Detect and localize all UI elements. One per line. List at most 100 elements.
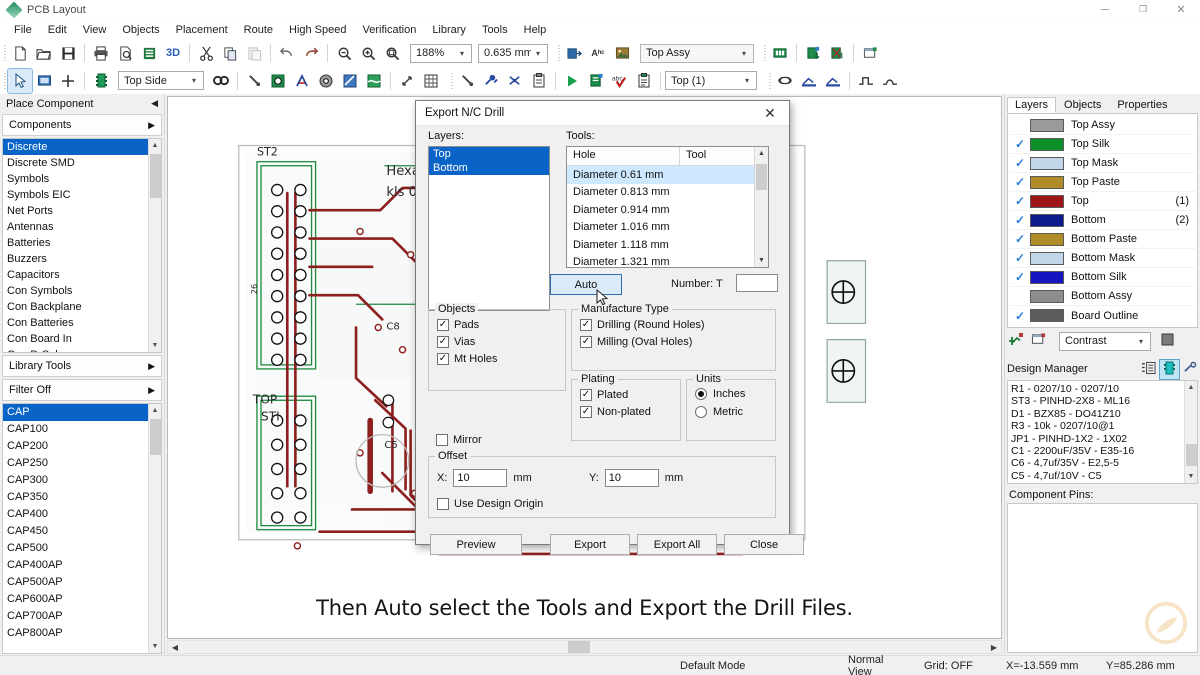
checkbox-use-design-origin[interactable]: Use Design Origin bbox=[437, 495, 543, 512]
scroll-thumb[interactable] bbox=[150, 419, 161, 455]
route-manual-icon[interactable] bbox=[455, 69, 479, 93]
checkbox-box[interactable]: ✓ bbox=[437, 319, 449, 331]
polygon-icon[interactable] bbox=[338, 69, 362, 93]
list-item[interactable]: C6 - 4,7uf/35V - E2,5-5 bbox=[1011, 457, 1184, 469]
redo-icon[interactable] bbox=[299, 41, 323, 65]
list-item[interactable]: CAP200 bbox=[3, 438, 148, 455]
route-auto-icon[interactable] bbox=[479, 69, 503, 93]
layer-down-icon[interactable] bbox=[821, 69, 845, 93]
layer-row-bottom-assy[interactable]: Bottom Assy bbox=[1010, 287, 1195, 306]
list-item[interactable]: Symbols bbox=[3, 171, 148, 187]
layer-row-board-outline[interactable]: ✓ Board Outline bbox=[1010, 306, 1195, 325]
table-row[interactable]: Diameter 0.61 mm bbox=[567, 166, 754, 184]
checkbox-box[interactable]: ✓ bbox=[580, 389, 592, 401]
list-item[interactable]: R1 - 0207/10 - 0207/10 bbox=[1011, 383, 1184, 395]
scroll-thumb[interactable] bbox=[756, 164, 767, 190]
list-item[interactable]: Con Backplane bbox=[3, 299, 148, 315]
layer-color-swatch[interactable] bbox=[1030, 195, 1064, 208]
layer-color-swatch[interactable] bbox=[1030, 290, 1064, 303]
part-list[interactable]: CAP CAP100 CAP200 CAP250 CAP300 CAP350 C… bbox=[2, 403, 162, 654]
layer-visibility-checkbox[interactable]: ✓ bbox=[1010, 251, 1030, 265]
offset-x-input[interactable]: 10 bbox=[453, 469, 507, 487]
design-manager-list[interactable]: R1 - 0207/10 - 0207/10 ST3 - PINHD-2X8 -… bbox=[1007, 380, 1198, 484]
paste-icon[interactable] bbox=[242, 41, 266, 65]
open-folder-icon[interactable] bbox=[32, 41, 56, 65]
table-row[interactable]: Diameter 0.914 mm bbox=[567, 201, 754, 219]
list-item[interactable]: CAP400AP bbox=[3, 557, 148, 574]
scroll-thumb[interactable] bbox=[1186, 444, 1197, 466]
table-row[interactable]: Diameter 1.321 mm bbox=[567, 254, 754, 272]
contrast-combo[interactable]: Contrast ▾ bbox=[1059, 332, 1151, 351]
list-item[interactable]: Con Symbols bbox=[3, 283, 148, 299]
list-item[interactable]: CAP300 bbox=[3, 472, 148, 489]
layer-color-swatch[interactable] bbox=[1030, 157, 1064, 170]
layer-color-swatch[interactable] bbox=[1030, 176, 1064, 189]
list-item[interactable]: CAP450 bbox=[3, 523, 148, 540]
layer-visibility-checkbox[interactable]: ✓ bbox=[1010, 232, 1030, 246]
via-icon[interactable] bbox=[314, 69, 338, 93]
find-icon[interactable] bbox=[209, 69, 233, 93]
active-layer-combo[interactable]: Top (1) ▾ bbox=[665, 71, 757, 90]
scroll-up-icon[interactable]: ▲ bbox=[1185, 381, 1198, 394]
checkbox-vias[interactable]: ✓ Vias bbox=[437, 333, 565, 350]
checkbox-box[interactable] bbox=[436, 434, 448, 446]
place-component-icon[interactable] bbox=[89, 69, 113, 93]
image-icon[interactable] bbox=[610, 41, 634, 65]
layer-color-swatch[interactable] bbox=[1030, 252, 1064, 265]
component-pins-list[interactable] bbox=[1007, 503, 1198, 653]
offset-y-input[interactable]: 10 bbox=[605, 469, 659, 487]
add-layer-icon[interactable] bbox=[1009, 332, 1025, 351]
layer-visibility-checkbox[interactable]: ✓ bbox=[1010, 156, 1030, 170]
export-nc-drill-dialog[interactable]: Export N/C Drill ✕ Layers: Top Bottom To… bbox=[415, 100, 790, 545]
layer-option-top[interactable]: Top bbox=[429, 147, 549, 161]
export-icon[interactable] bbox=[562, 41, 586, 65]
scroll-track[interactable] bbox=[149, 417, 162, 640]
clipboard-route-icon[interactable] bbox=[527, 69, 551, 93]
assembly-layer-combo[interactable]: Top Assy ▾ bbox=[640, 44, 754, 63]
layer-row-top-paste[interactable]: ✓ Top Paste bbox=[1010, 173, 1195, 192]
canvas-horizontal-scrollbar[interactable]: ◀ ▶ bbox=[167, 640, 1002, 654]
scroll-down-icon[interactable]: ▼ bbox=[758, 254, 765, 267]
dialog-layers-list[interactable]: Top Bottom bbox=[428, 146, 550, 311]
list-item[interactable]: CAP bbox=[3, 404, 148, 421]
radio-metric[interactable]: Metric bbox=[695, 403, 775, 421]
menu-placement[interactable]: Placement bbox=[168, 22, 236, 38]
checkbox-pads[interactable]: ✓ Pads bbox=[437, 316, 565, 333]
grid-icon[interactable] bbox=[419, 69, 443, 93]
layer-row-top-silk[interactable]: ✓ Top Silk bbox=[1010, 135, 1195, 154]
menu-verification[interactable]: Verification bbox=[355, 22, 425, 38]
layer-color-swatch[interactable] bbox=[1030, 119, 1064, 132]
copy-icon[interactable] bbox=[218, 41, 242, 65]
pulse-icon[interactable] bbox=[854, 69, 878, 93]
checkbox-milling[interactable]: ✓ Milling (Oval Holes) bbox=[580, 333, 775, 350]
list-item[interactable]: R3 - 10k - 0207/10@1 bbox=[1011, 420, 1184, 432]
table-row[interactable]: Diameter 1.016 mm bbox=[567, 219, 754, 237]
menu-view[interactable]: View bbox=[75, 22, 115, 38]
checkbox-mt-holes[interactable]: ✓ Mt Holes bbox=[437, 350, 565, 367]
radio-circle[interactable] bbox=[695, 406, 707, 418]
select-arrow-icon[interactable] bbox=[8, 69, 32, 93]
checkbox-plated[interactable]: ✓ Plated bbox=[580, 386, 680, 403]
scroll-track[interactable] bbox=[1185, 394, 1198, 470]
table-row[interactable]: Diameter 0.813 mm bbox=[567, 184, 754, 202]
scroll-down-icon[interactable]: ▼ bbox=[149, 640, 162, 653]
layer-color-swatch[interactable] bbox=[1030, 233, 1064, 246]
scroll-track[interactable] bbox=[149, 152, 162, 339]
layer-color-swatch[interactable] bbox=[1030, 309, 1064, 322]
export-button[interactable]: Export bbox=[550, 534, 630, 555]
chevron-right-icon[interactable]: ▶ bbox=[148, 385, 155, 396]
list-item[interactable]: Symbols EIC bbox=[3, 187, 148, 203]
list-item[interactable]: Con Board In bbox=[3, 331, 148, 347]
zoom-level-combo[interactable]: 188% ▾ bbox=[410, 44, 472, 63]
list-item[interactable]: C1 - 2200uF/35V - E35-16 bbox=[1011, 445, 1184, 457]
layer-visibility-checkbox[interactable]: ✓ bbox=[1010, 270, 1030, 284]
scroll-right-icon[interactable]: ▶ bbox=[987, 643, 1001, 652]
layer-visibility-checkbox[interactable]: ✓ bbox=[1010, 309, 1030, 323]
3d-view-icon[interactable]: 3D bbox=[161, 41, 185, 65]
list-item[interactable]: Con D-Sub bbox=[3, 347, 148, 353]
layer-up-icon[interactable] bbox=[797, 69, 821, 93]
chevron-left-icon[interactable]: ◀ bbox=[151, 98, 158, 109]
checkbox-box[interactable] bbox=[437, 498, 449, 510]
auto-button[interactable]: Auto bbox=[550, 274, 622, 295]
save-icon[interactable] bbox=[56, 41, 80, 65]
